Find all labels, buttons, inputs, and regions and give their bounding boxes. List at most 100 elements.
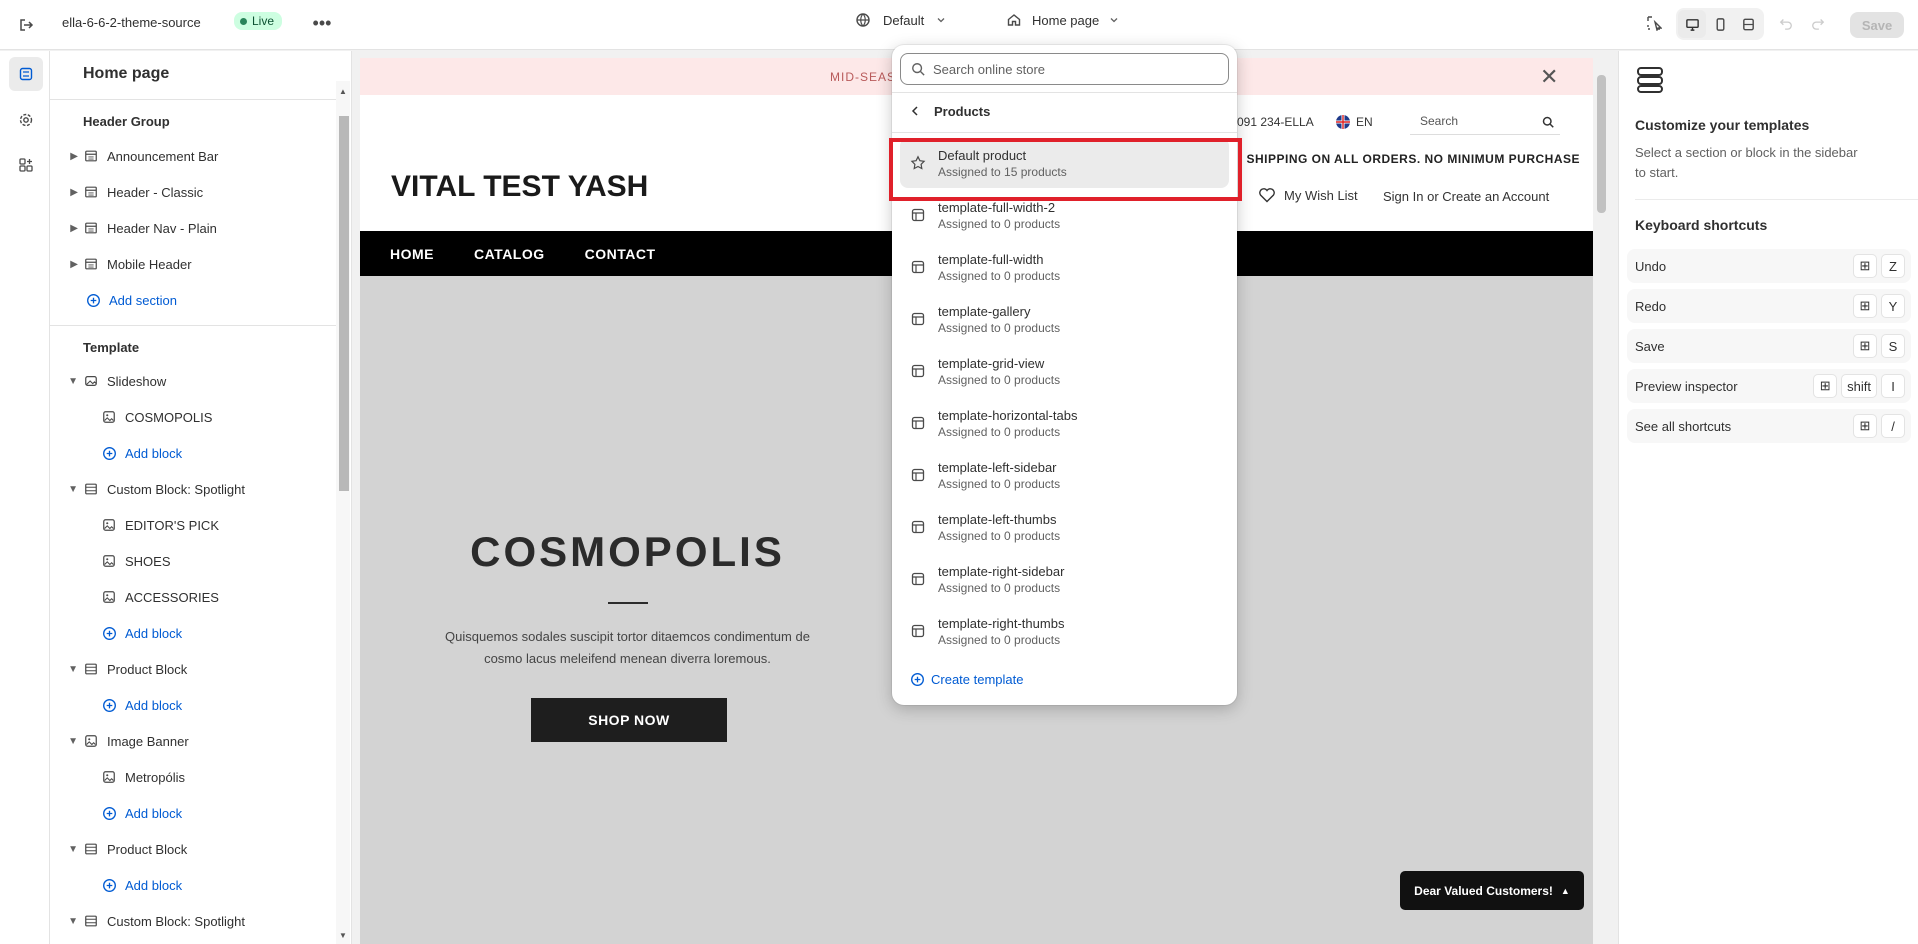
chevron-down-icon[interactable]: ▼ [60, 484, 82, 495]
page-selector[interactable]: Home page [1006, 12, 1119, 28]
section-custom-block-spotlight[interactable]: ▼ Custom Block: Spotlight [50, 906, 336, 936]
chevron-right-icon[interactable]: ▶ [60, 151, 82, 162]
add-section-button[interactable]: Add section [50, 285, 336, 315]
template-option[interactable]: template-right-sidebar Assigned to 0 prod… [900, 554, 1229, 604]
nav-contact[interactable]: CONTACT [585, 246, 656, 262]
search-icon [912, 63, 925, 76]
section-announcement-bar[interactable]: ▶ Announcement Bar [50, 141, 336, 171]
chevron-down-icon[interactable]: ▼ [60, 664, 82, 675]
section-product-block[interactable]: ▼ Product Block [50, 834, 336, 864]
divider [50, 325, 336, 326]
key: Y [1881, 294, 1905, 318]
announcement-text: MID-SEAS [830, 70, 897, 84]
chevron-down-icon[interactable]: ▼ [60, 736, 82, 747]
wishlist-link[interactable]: My Wish List [1258, 187, 1358, 203]
template-option[interactable]: template-horizontal-tabs Assigned to 0 pr… [900, 398, 1229, 448]
create-template-button[interactable]: Create template [910, 672, 1024, 687]
preview-scrollbar[interactable] [1594, 58, 1608, 944]
nav-home[interactable]: HOME [390, 246, 434, 262]
save-button[interactable]: Save [1850, 12, 1904, 38]
fullscreen-icon[interactable] [1734, 10, 1762, 38]
template-option[interactable]: template-full-width Assigned to 0 product… [900, 242, 1229, 292]
account-link[interactable]: Sign In or Create an Account [1383, 189, 1549, 204]
context-label: Default [883, 12, 925, 28]
shortcut-see-all[interactable]: See all shortcuts ⊞ / [1627, 409, 1911, 443]
theme-settings-icon[interactable] [9, 103, 43, 137]
sections-sidebar: Home page Header Group ▶ Announcement Ba… [50, 51, 352, 944]
block-accessories[interactable]: ACCESSORIES [50, 582, 336, 612]
section-header-nav-plain[interactable]: ▶ Header Nav - Plain [50, 213, 336, 243]
block-cosmopolis[interactable]: COSMOPOLIS [50, 402, 336, 432]
image-icon [100, 408, 118, 426]
redo-icon[interactable] [1804, 9, 1832, 37]
section-label: Header - Classic [107, 184, 204, 200]
section-header-classic[interactable]: ▶ Header - Classic [50, 177, 336, 207]
chevron-down-icon[interactable]: ▼ [60, 916, 82, 927]
add-block-button[interactable]: Add block [50, 438, 336, 468]
sidebar-scrollbar[interactable]: ▲ ▼ [336, 81, 350, 944]
inspector-icon[interactable] [1640, 9, 1668, 37]
apps-icon[interactable] [9, 148, 43, 182]
image-icon [100, 516, 118, 534]
preview-scroll-thumb[interactable] [1597, 75, 1606, 213]
back-to-products[interactable]: Products [900, 95, 1229, 127]
image-icon [100, 588, 118, 606]
chevron-right-icon[interactable]: ▶ [60, 223, 82, 234]
desktop-icon[interactable] [1678, 10, 1706, 38]
more-actions-icon[interactable]: ••• [308, 9, 336, 37]
template-option[interactable]: template-gallery Assigned to 0 products [900, 294, 1229, 344]
scroll-down-icon[interactable]: ▼ [339, 931, 347, 940]
template-option[interactable]: template-grid-view Assigned to 0 products [900, 346, 1229, 396]
customer-popup-button[interactable]: Dear Valued Customers! ▲ [1400, 871, 1584, 910]
block-label: Metropólis [125, 769, 185, 785]
exit-icon[interactable] [12, 11, 40, 39]
block-shoes[interactable]: SHOES [50, 546, 336, 576]
store-search-placeholder: Search [1420, 114, 1459, 128]
theme-name: ella-6-6-2-theme-source [62, 15, 201, 30]
add-block-button[interactable]: Add block [50, 618, 336, 648]
section-slideshow[interactable]: ▼ Slideshow [50, 366, 336, 396]
template-option[interactable]: template-full-width-2 Assigned to 0 produ… [900, 190, 1229, 240]
template-name: template-full-width [938, 251, 1044, 267]
template-option-default-product[interactable]: Default product Assigned to 15 products [900, 138, 1229, 188]
scroll-up-icon[interactable]: ▲ [339, 87, 347, 96]
template-search-input[interactable] [933, 61, 1213, 77]
template-option[interactable]: template-left-thumbs Assigned to 0 produc… [900, 502, 1229, 552]
chevron-down-icon[interactable]: ▼ [60, 844, 82, 855]
template-assignment: Assigned to 0 products [938, 528, 1061, 543]
add-block-button[interactable]: Add block [50, 690, 336, 720]
close-icon[interactable]: ✕ [1540, 64, 1558, 90]
context-selector[interactable]: Default [855, 12, 946, 28]
template-option[interactable]: template-right-thumbs Assigned to 0 produ… [900, 606, 1229, 656]
template-search-field[interactable] [900, 53, 1229, 85]
chevron-right-icon[interactable]: ▶ [60, 259, 82, 270]
section-image-banner[interactable]: ▼ Image Banner [50, 726, 336, 756]
section-label: Mobile Header [107, 256, 192, 272]
store-search-input[interactable]: Search [1410, 108, 1560, 135]
back-label: Products [934, 103, 991, 119]
uk-flag-icon [1336, 115, 1350, 129]
block-editors-pick[interactable]: EDITOR'S PICK [50, 510, 336, 540]
add-block-button[interactable]: Add block [50, 870, 336, 900]
undo-icon[interactable] [1772, 9, 1800, 37]
section-mobile-header[interactable]: ▶ Mobile Header [50, 249, 336, 279]
store-logo[interactable]: VITAL TEST YASH [391, 170, 648, 204]
chevron-down-icon[interactable]: ▼ [60, 376, 82, 387]
language-selector[interactable]: EN [1335, 114, 1373, 130]
section-custom-block-spotlight[interactable]: ▼ Custom Block: Spotlight [50, 474, 336, 504]
template-assignment: Assigned to 0 products [938, 216, 1061, 231]
mobile-icon[interactable] [1706, 10, 1734, 38]
section-product-block[interactable]: ▼ Product Block [50, 654, 336, 684]
chevron-right-icon[interactable]: ▶ [60, 187, 82, 198]
plus-circle-icon [100, 804, 118, 822]
template-option[interactable]: template-left-sidebar Assigned to 0 produ… [900, 450, 1229, 500]
sidebar-scroll-thumb[interactable] [339, 116, 349, 491]
block-label: COSMOPOLIS [125, 409, 213, 425]
sections-icon[interactable] [9, 57, 43, 91]
shortcut-redo: Redo ⊞ Y [1627, 289, 1911, 323]
nav-catalog[interactable]: CATALOG [474, 246, 545, 262]
add-block-button[interactable]: Add block [50, 798, 336, 828]
block-metropolis[interactable]: Metropólis [50, 762, 336, 792]
page-label: Home page [1032, 12, 1100, 28]
shop-now-button[interactable]: SHOP NOW [531, 698, 727, 742]
